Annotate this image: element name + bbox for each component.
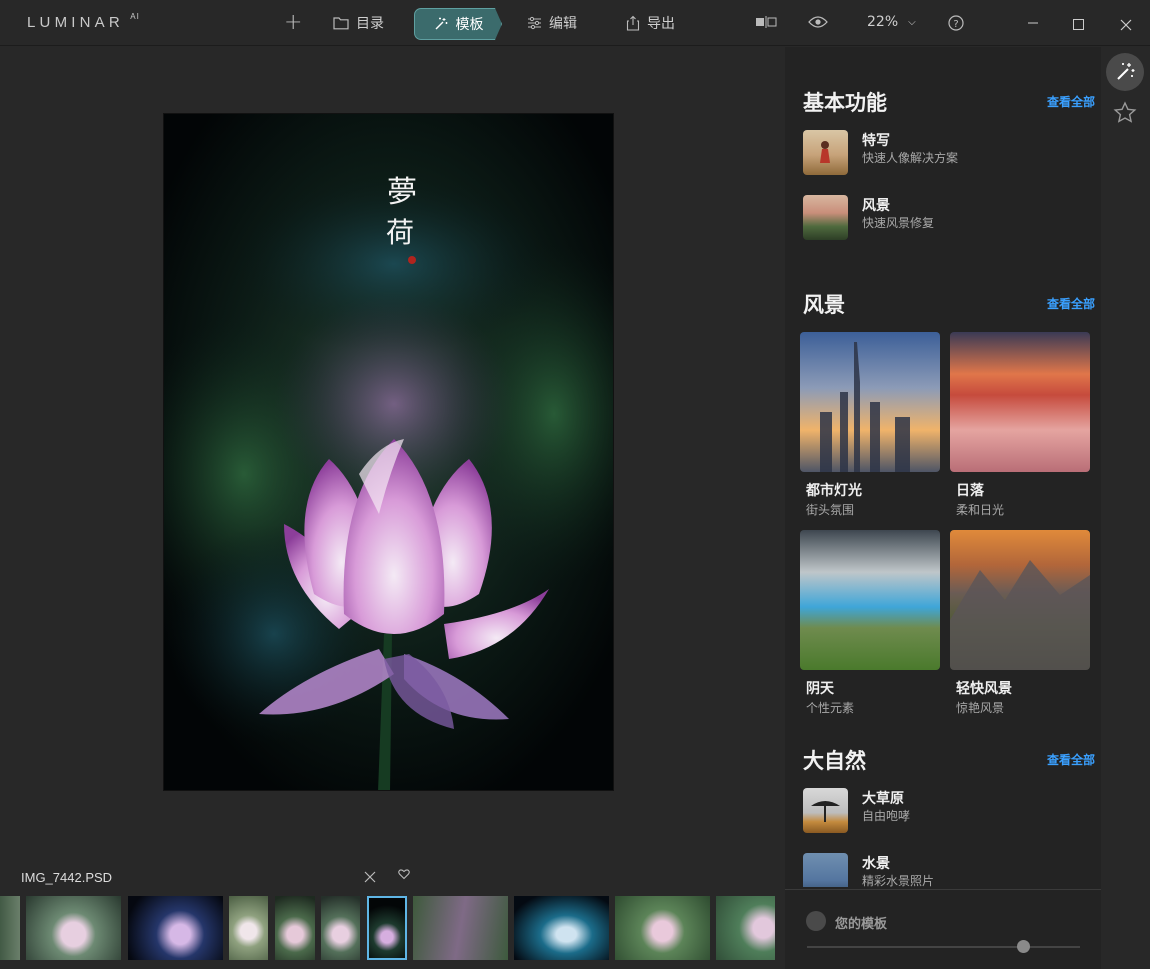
tab-catalog[interactable]: 目录 <box>333 8 384 38</box>
minimize-icon[interactable] <box>1027 13 1039 32</box>
filename-label: IMG_7442.PSD <box>21 870 113 885</box>
filmstrip-header: IMG_7442.PSD <box>0 862 785 892</box>
zoom-dropdown[interactable]: 22% ⌵ <box>867 14 916 30</box>
template-item-closeup[interactable]: 特写 快速人像解决方案 <box>803 130 1093 176</box>
template-card-subtitle: 惊艳风景 <box>956 701 1005 715</box>
maximize-icon[interactable] <box>1073 16 1085 35</box>
calligraphy-char-2: 荷 <box>386 216 414 249</box>
tab-catalog-label: 目录 <box>356 16 384 32</box>
filmstrip-thumb[interactable] <box>229 896 268 960</box>
help-icon[interactable]: ? <box>948 15 964 31</box>
template-card-image <box>800 530 940 670</box>
magic-wand-icon <box>435 17 447 30</box>
template-item-savanna[interactable]: 大草原 自由咆哮 <box>803 788 1093 834</box>
main-photo: 夢 荷 <box>163 113 614 791</box>
section-title-nature: 大自然 <box>803 749 866 773</box>
template-thumbnail <box>803 788 848 833</box>
tab-edit[interactable]: 编辑 <box>527 8 577 38</box>
template-title: 水景 <box>862 856 890 872</box>
section-title-basics: 基本功能 <box>803 91 887 115</box>
filmstrip-thumb[interactable] <box>321 896 360 960</box>
filmstrip-thumb-selected[interactable] <box>367 896 407 960</box>
filmstrip-thumb[interactable] <box>128 896 223 960</box>
red-seal-stamp <box>408 256 416 264</box>
filmstrip-thumb[interactable] <box>275 896 315 960</box>
close-image-icon[interactable] <box>364 868 376 887</box>
star-icon[interactable] <box>1113 101 1137 129</box>
template-card-title: 都市灯光 <box>806 483 862 499</box>
tab-templates-label: 模板 <box>455 17 484 33</box>
folder-icon <box>333 17 349 30</box>
template-subtitle: 精彩水景照片 <box>862 874 935 887</box>
template-card-overcast[interactable]: 阴天 个性元素 <box>800 530 940 716</box>
section-title-landscape: 风景 <box>803 293 845 317</box>
filmstrip-thumb[interactable] <box>615 896 710 960</box>
tab-edit-label: 编辑 <box>549 16 577 32</box>
template-card-subtitle: 街头氛围 <box>806 503 855 517</box>
template-card-title: 轻快风景 <box>956 681 1012 697</box>
template-item-landscape[interactable]: 风景 快速风景修复 <box>803 195 1093 241</box>
compare-icon[interactable] <box>755 16 777 28</box>
template-title: 风景 <box>862 198 890 214</box>
my-templates-bar: 您的模板 <box>785 889 1101 969</box>
see-all-landscape-link[interactable]: 查看全部 <box>1047 295 1095 312</box>
template-title: 大草原 <box>862 791 904 807</box>
template-item-waterscape[interactable]: 水景 精彩水景照片 <box>803 853 1093 887</box>
see-all-nature-link[interactable]: 查看全部 <box>1047 751 1095 768</box>
chevron-down-icon: ⌵ <box>908 16 916 28</box>
template-thumbnail <box>803 130 848 175</box>
see-all-basics-link[interactable]: 查看全部 <box>1047 93 1095 110</box>
template-thumbnail <box>803 853 848 887</box>
right-rail <box>1101 47 1150 969</box>
calligraphy-char-1: 夢 <box>387 175 417 210</box>
eye-icon[interactable] <box>808 15 828 29</box>
svg-text:?: ? <box>953 19 958 30</box>
top-toolbar: LUMINAR AI + 目录 模板 编辑 导出 22% ⌵ ? <box>0 0 1150 46</box>
filmstrip-thumb[interactable] <box>0 896 20 960</box>
zoom-value: 22% <box>867 14 899 30</box>
slider-knob[interactable] <box>1016 940 1030 953</box>
template-card-subtitle: 柔和日光 <box>956 503 1005 517</box>
filmstrip-thumb[interactable] <box>26 896 121 960</box>
add-photos-button[interactable]: + <box>284 7 302 37</box>
filmstrip-thumb[interactable] <box>716 896 775 960</box>
template-subtitle: 快速风景修复 <box>862 216 935 230</box>
template-card-city-lights[interactable]: 都市灯光 街头氛围 <box>800 332 940 518</box>
template-card-title: 阴天 <box>806 681 834 697</box>
thumbnail-size-slider[interactable] <box>807 940 1080 953</box>
my-templates-label: 您的模板 <box>835 917 888 932</box>
filmstrip <box>0 896 775 960</box>
share-icon <box>626 15 640 31</box>
templates-panel: 基本功能 查看全部 特写 快速人像解决方案 风景 快速风景修复 风景 查看全部 … <box>785 47 1101 969</box>
tab-export[interactable]: 导出 <box>626 8 675 38</box>
template-card-subtitle: 个性元素 <box>806 701 855 715</box>
magic-wand-icon[interactable] <box>1106 53 1144 91</box>
template-card-light-landscape[interactable]: 轻快风景 惊艳风景 <box>950 530 1090 716</box>
template-card-sunset[interactable]: 日落 柔和日光 <box>950 332 1090 518</box>
template-thumbnail <box>803 195 848 240</box>
template-card-image <box>800 332 940 472</box>
app-logo: LUMINAR AI <box>27 12 140 31</box>
template-subtitle: 快速人像解决方案 <box>862 151 959 165</box>
template-card-image <box>950 332 1090 472</box>
template-card-title: 日落 <box>956 483 984 499</box>
filmstrip-thumb[interactable] <box>413 896 508 960</box>
template-title: 特写 <box>862 133 890 149</box>
tab-export-label: 导出 <box>647 16 675 32</box>
template-subtitle: 自由咆哮 <box>862 809 911 823</box>
my-templates-toggle[interactable] <box>806 911 826 931</box>
favorite-heart-icon[interactable] <box>398 868 410 884</box>
close-icon[interactable] <box>1120 16 1132 35</box>
filmstrip-thumb[interactable] <box>514 896 609 960</box>
tab-templates[interactable]: 模板 <box>414 8 502 40</box>
sliders-icon <box>528 16 541 30</box>
template-card-image <box>950 530 1090 670</box>
